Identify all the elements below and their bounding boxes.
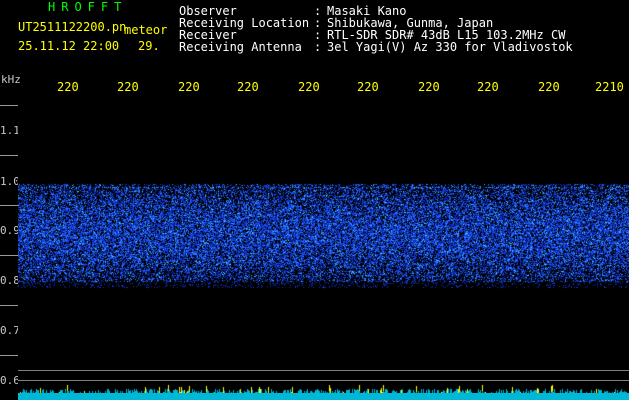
y-tick-label: 1.1 <box>0 124 20 137</box>
y-tick-label: 1.0 <box>0 175 20 188</box>
x-tick-label: 220 <box>357 80 379 94</box>
y-minor-tick <box>0 205 18 206</box>
y-tick-label: 0.9 <box>0 224 20 237</box>
y-minor-tick <box>0 155 18 156</box>
x-tick-label: 220 <box>538 80 560 94</box>
baseline-line <box>18 370 629 371</box>
baseline-line <box>18 380 629 381</box>
file-datetime: 25.11.12 22:00 <box>18 39 120 53</box>
y-minor-tick <box>0 305 18 306</box>
y-minor-tick <box>0 255 18 256</box>
hrofft-logo: HROFFT <box>48 0 128 14</box>
y-tick-label: 0.7 <box>0 324 20 337</box>
antenna-label: Receiving Antenna <box>179 40 302 54</box>
x-tick-label: 220 <box>57 80 79 94</box>
y-tick-label: 0.6 <box>0 374 20 387</box>
y-tick-label: 0.8 <box>0 274 20 287</box>
file-name: UT2511122200.pn <box>18 20 127 34</box>
y-minor-tick <box>0 355 18 356</box>
file-type-label: meteor <box>124 23 168 37</box>
x-tick-label: 220 <box>178 80 200 94</box>
antenna-value: 3el Yagi(V) Az 330 for Vladivostok <box>327 40 573 54</box>
y-axis-unit: kHz <box>1 73 21 86</box>
x-tick-label: 2210 <box>595 80 624 94</box>
x-tick-label: 220 <box>418 80 440 94</box>
y-minor-tick <box>0 105 18 106</box>
bottom-signal-strip <box>18 393 629 400</box>
file-count: 29. <box>138 39 160 53</box>
antenna-sep: : <box>314 40 322 54</box>
x-tick-label: 220 <box>117 80 139 94</box>
x-tick-label: 220 <box>477 80 499 94</box>
x-tick-label: 220 <box>298 80 320 94</box>
hrofft-spectrogram-window: HROFFT UT2511122200.pn meteor 25.11.12 2… <box>0 0 629 400</box>
spectrogram-plot <box>18 96 629 400</box>
spectrogram-canvas <box>18 96 629 400</box>
x-tick-label: 220 <box>237 80 259 94</box>
